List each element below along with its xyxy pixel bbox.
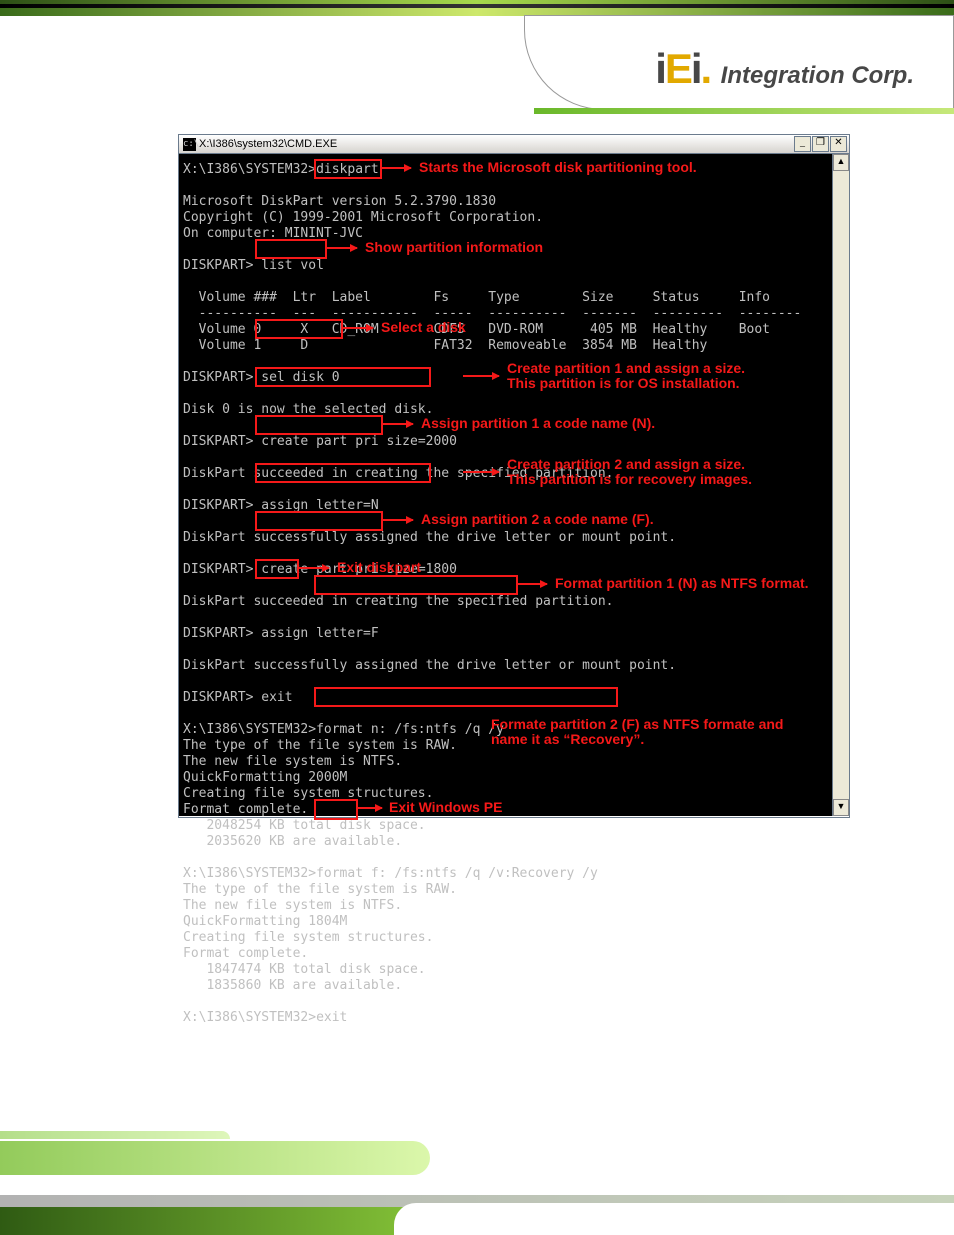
- arrow-icon: [383, 423, 413, 425]
- prompt: DISKPART>: [183, 498, 253, 513]
- annotation: Show partition information: [365, 239, 543, 255]
- prompt: DISKPART>: [183, 434, 253, 449]
- cmd-assign-f: assign letter=F: [261, 626, 378, 641]
- footer-panel: [394, 1203, 954, 1235]
- text: Copyright (C) 1999-2001 Microsoft Corpor…: [183, 210, 543, 225]
- cmd-format-n: format n: /fs:ntfs /q /y: [316, 722, 504, 737]
- annotation: Create partition 2 and assign a size.: [507, 456, 745, 472]
- highlight-box: [255, 415, 383, 435]
- text: 1835860 KB are available.: [183, 978, 402, 993]
- annotation: Formate partition 2 (F) as NTFS formate …: [491, 716, 783, 732]
- annotation: Assign partition 2 a code name (F).: [421, 511, 654, 527]
- table-header: Volume ### Ltr Label Fs Type Size Status…: [183, 290, 770, 305]
- footer-strip: [0, 1131, 230, 1139]
- arrow-icon: [299, 567, 329, 569]
- annotation: Select a disk: [381, 319, 466, 335]
- logo-mark: iEi.: [655, 45, 710, 92]
- arrow-icon: [517, 583, 547, 585]
- highlight-box: [314, 687, 618, 707]
- prompt: DISKPART>: [183, 562, 253, 577]
- prompt: X:\I386\SYSTEM32>: [183, 722, 316, 737]
- text: 1847474 KB total disk space.: [183, 962, 426, 977]
- prompt: DISKPART>: [183, 626, 253, 641]
- prompt: X:\I386\SYSTEM32>: [183, 1010, 316, 1025]
- text: The new file system is NTFS.: [183, 754, 402, 769]
- scroll-up-icon[interactable]: ▲: [833, 154, 849, 171]
- highlight-box: [255, 511, 383, 531]
- arrow-icon: [463, 471, 499, 473]
- company-name: Integration Corp.: [721, 62, 914, 89]
- cmd-exit: exit: [261, 690, 292, 705]
- text: QuickFormatting 2000M: [183, 770, 347, 785]
- text: DiskPart succeeded in creating the speci…: [183, 594, 613, 609]
- minimize-button[interactable]: _: [794, 136, 811, 152]
- arrow-icon: [343, 327, 373, 329]
- arrow-icon: [357, 807, 382, 809]
- annotation: This partition is for recovery images.: [507, 471, 752, 487]
- annotation: This partition is for OS installation.: [507, 375, 740, 391]
- text: DiskPart successfully assigned the drive…: [183, 530, 676, 545]
- scrollbar[interactable]: ▲ ▼: [832, 154, 849, 816]
- brand-logo: iEi. Integration Corp.: [655, 45, 914, 93]
- prompt: DISKPART>: [183, 370, 253, 385]
- annotation: Exit diskpart: [337, 559, 421, 575]
- logo-panel: iEi. Integration Corp.: [524, 15, 954, 110]
- text: Format complete.: [183, 946, 308, 961]
- annotation: Starts the Microsoft disk partitioning t…: [419, 159, 697, 175]
- prompt: X:\I386\SYSTEM32>: [183, 866, 316, 881]
- text: 2048254 KB total disk space.: [183, 818, 426, 833]
- prompt: DISKPART>: [183, 690, 253, 705]
- table-row: Volume 1 D FAT32 Removeable 3854 MB Heal…: [183, 338, 707, 353]
- highlight-box: [255, 463, 431, 483]
- cmd-format-f: format f: /fs:ntfs /q /v:Recovery /y: [316, 866, 598, 881]
- highlight-box: [314, 799, 358, 820]
- annotation: Format partition 1 (N) as NTFS format.: [555, 575, 809, 591]
- cmd-titlebar: c:\X:\I386\system32\CMD.EXE _ ❐ ✕: [179, 135, 849, 154]
- cmd-exit-pe: exit: [316, 1010, 347, 1025]
- text: 2035620 KB are available.: [183, 834, 402, 849]
- highlight-box: [255, 319, 343, 339]
- highlight-box: [314, 575, 518, 595]
- cmd-create1-size: 2000: [426, 434, 457, 449]
- cmd-window: c:\X:\I386\system32\CMD.EXE _ ❐ ✕ ▲ ▼ X:…: [178, 134, 850, 818]
- annotation: Exit Windows PE: [389, 799, 502, 815]
- annotation: Create partition 1 and assign a size.: [507, 360, 745, 376]
- window-title: X:\I386\system32\CMD.EXE: [199, 138, 337, 150]
- cmd-icon: c:\: [183, 138, 196, 151]
- maximize-button[interactable]: ❐: [812, 136, 829, 152]
- highlight-box: [255, 559, 299, 579]
- annotation: Assign partition 1 a code name (N).: [421, 415, 655, 431]
- banner-strip: [534, 108, 954, 114]
- annotation: name it as “Recovery”.: [491, 731, 644, 747]
- prompt: X:\I386\SYSTEM32>: [183, 162, 316, 177]
- highlight-box: [255, 239, 327, 259]
- cmd-create1: create part pri size=: [261, 434, 425, 449]
- highlight-box: [314, 159, 382, 179]
- text: QuickFormatting 1804M: [183, 914, 347, 929]
- highlight-box: [255, 367, 431, 387]
- text: The type of the file system is RAW.: [183, 738, 457, 753]
- arrow-icon: [327, 247, 357, 249]
- scroll-down-icon[interactable]: ▼: [833, 799, 849, 816]
- cmd-body: ▲ ▼ X:\I386\SYSTEM32>diskpart Microsoft …: [179, 154, 849, 816]
- arrow-icon: [381, 167, 411, 169]
- text: Microsoft DiskPart version 5.2.3790.1830: [183, 194, 496, 209]
- text: The new file system is NTFS.: [183, 898, 402, 913]
- arrow-icon: [383, 519, 413, 521]
- text: The type of the file system is RAW.: [183, 882, 457, 897]
- arrow-icon: [463, 375, 499, 377]
- text: Format complete.: [183, 802, 308, 817]
- prompt: DISKPART>: [183, 258, 253, 273]
- text: DiskPart successfully assigned the drive…: [183, 658, 676, 673]
- document-page: iEi. Integration Corp. c:\X:\I386\system…: [0, 0, 954, 1235]
- footer-strip: [0, 1141, 430, 1175]
- cmd-listvol: list vol: [261, 258, 324, 273]
- close-button[interactable]: ✕: [830, 136, 847, 152]
- text: Creating file system structures.: [183, 930, 433, 945]
